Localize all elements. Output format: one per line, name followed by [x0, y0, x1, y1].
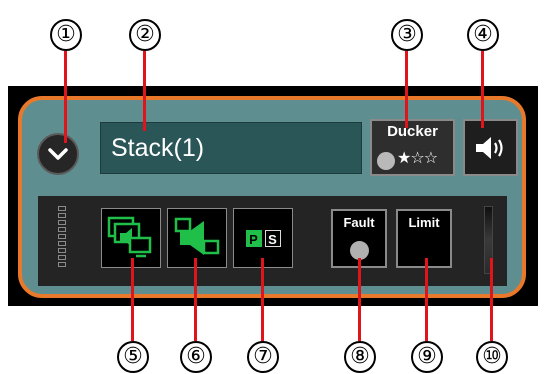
multi-monitor-icon	[107, 216, 152, 258]
callout-line-6	[194, 258, 197, 341]
stack-name: Stack(1)	[111, 133, 205, 162]
callout-line-9	[425, 258, 428, 341]
callout-line-5	[131, 258, 134, 341]
stack-name-field[interactable]: Stack(1)	[100, 122, 362, 174]
speaker-icon	[475, 136, 503, 159]
callout-8: ⑧	[344, 341, 376, 373]
limit-indicator: Limit	[396, 209, 452, 268]
callout-7: ⑦	[247, 341, 279, 373]
callout-line-4	[481, 51, 484, 128]
callout-9: ⑨	[411, 341, 443, 373]
callout-10: ⑩	[476, 341, 508, 373]
speaker-button[interactable]	[463, 119, 518, 176]
callout-5: ⑤	[117, 341, 149, 373]
callout-line-1	[64, 51, 67, 143]
ducker-label: Ducker	[387, 123, 438, 140]
callout-line-8	[358, 258, 361, 341]
callout-line-7	[261, 258, 264, 341]
callout-line-2	[143, 51, 146, 131]
source-select-button[interactable]	[167, 208, 227, 268]
fault-label: Fault	[343, 215, 375, 230]
callout-6: ⑥	[180, 341, 212, 373]
ducker-priority-stars: ★☆☆	[397, 148, 438, 167]
collapse-button[interactable]	[37, 133, 79, 175]
callout-1: ①	[50, 19, 82, 51]
callout-line-10	[490, 258, 493, 341]
callout-4: ④	[467, 19, 499, 51]
p-indicator: P	[245, 229, 262, 247]
callout-3: ③	[391, 19, 423, 51]
ducker-button[interactable]: Ducker ★☆☆	[370, 119, 455, 176]
s-indicator: S	[264, 229, 281, 247]
callout-line-3	[405, 51, 408, 128]
ducker-indicator	[377, 152, 395, 170]
ps-indicator: P S	[245, 229, 281, 247]
limit-label: Limit	[408, 215, 440, 230]
drag-handle-icon[interactable]	[56, 204, 70, 276]
callout-2: ②	[129, 19, 161, 51]
monitor-speaker-icon	[174, 217, 220, 255]
chevron-down-icon	[48, 148, 68, 160]
